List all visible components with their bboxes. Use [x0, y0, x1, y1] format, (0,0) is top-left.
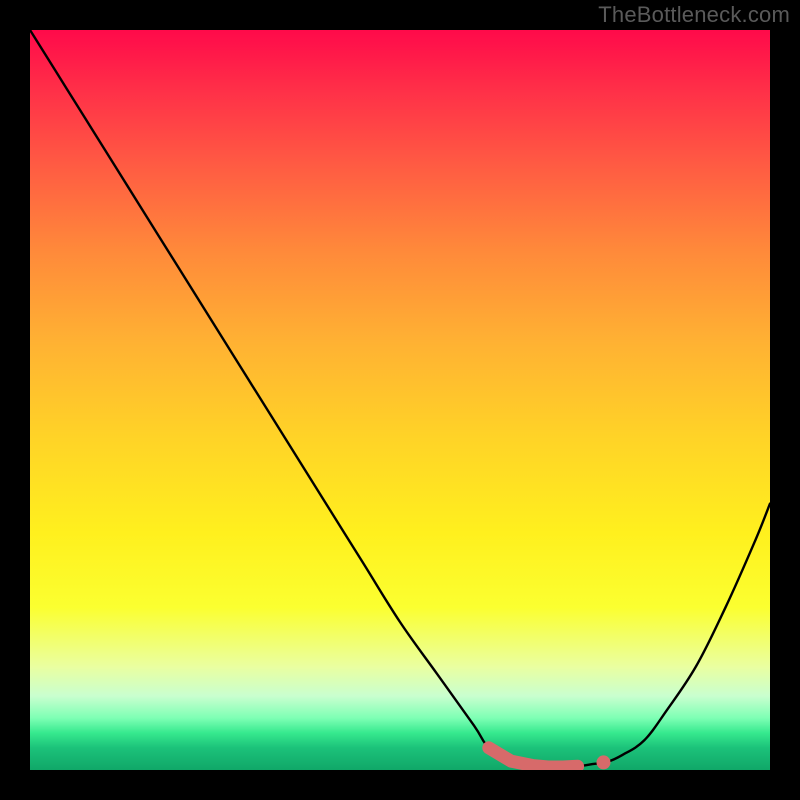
curve-layer: [30, 30, 770, 770]
optimal-zone-highlight: [489, 748, 578, 767]
watermark-text: TheBottleneck.com: [598, 2, 790, 28]
plot-area: [30, 30, 770, 770]
optimal-zone-endpoint-dot: [597, 755, 611, 769]
chart-root: TheBottleneck.com: [0, 0, 800, 800]
bottleneck-curve: [30, 30, 770, 767]
